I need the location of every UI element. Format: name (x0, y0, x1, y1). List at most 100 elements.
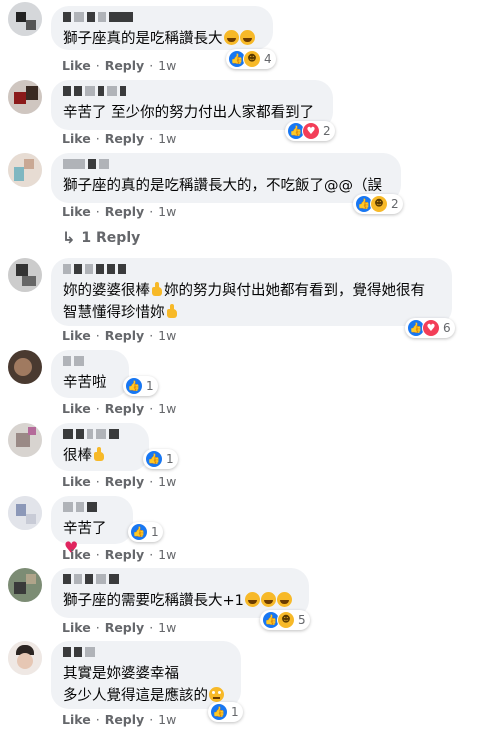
timestamp[interactable]: 1w (158, 547, 176, 562)
like-button[interactable]: Like (62, 58, 91, 73)
reaction-summary[interactable]: 👍 ☻ 5 (260, 610, 310, 630)
avatar[interactable] (8, 80, 42, 114)
reply-button[interactable]: Reply (105, 131, 144, 146)
thumbs-up-emoji-icon (166, 304, 179, 319)
comment-bubble: 辛苦啦 (51, 350, 129, 398)
reaction-summary[interactable]: 👍 ♥ 2 (285, 121, 335, 141)
eye-roll-emoji-icon (209, 687, 224, 702)
separator: · (149, 58, 154, 73)
avatar[interactable] (8, 423, 42, 457)
reply-button[interactable]: Reply (105, 474, 144, 489)
love-icon: ♥ (422, 319, 440, 337)
timestamp[interactable]: 1w (158, 131, 176, 146)
reply-button[interactable]: Reply (105, 547, 144, 562)
like-button[interactable]: Like (62, 547, 91, 562)
commenter-name[interactable] (63, 263, 440, 275)
comment-text: 很棒 (63, 445, 137, 467)
avatar[interactable] (8, 641, 42, 675)
comment-bubble: 其實是妳婆婆幸福 多少人覺得這是應該的 (51, 641, 241, 709)
reaction-summary[interactable]: 👍 1 (143, 449, 178, 469)
reply-button[interactable]: Reply (105, 401, 144, 416)
timestamp[interactable]: 1w (158, 474, 176, 489)
like-icon: 👍 (210, 703, 228, 721)
laughing-emoji-icon (244, 592, 260, 607)
avatar[interactable] (8, 2, 42, 36)
comment-bubble: 辛苦了 (51, 496, 133, 557)
timestamp[interactable]: 1w (158, 328, 176, 343)
commenter-name[interactable] (63, 11, 261, 23)
timestamp[interactable]: 1w (158, 401, 176, 416)
separator: · (149, 712, 154, 727)
reply-button[interactable]: Reply (105, 204, 144, 219)
avatar[interactable] (8, 568, 42, 602)
avatar[interactable] (8, 153, 42, 187)
like-icon: 👍 (130, 523, 148, 541)
reaction-count: 6 (443, 321, 451, 335)
comment-text: 妳的婆婆很棒 妳的努力與付出她都有看到，覺得她很有 智慧懂得珍惜妳 (63, 282, 425, 321)
like-button[interactable]: Like (62, 204, 91, 219)
timestamp[interactable]: 1w (158, 58, 176, 73)
thumbs-up-emoji-icon (151, 282, 164, 297)
reply-button[interactable]: Reply (105, 712, 144, 727)
comment-actions: Like · Reply · 1w (62, 474, 176, 489)
comment-actions: Like · Reply · 1w (62, 620, 176, 635)
separator: · (149, 547, 154, 562)
avatar[interactable] (8, 258, 42, 292)
commenter-name[interactable] (63, 355, 117, 367)
reaction-count: 2 (323, 124, 331, 138)
commenter-name[interactable] (63, 158, 389, 170)
reaction-summary[interactable]: 👍 ☻ 2 (353, 194, 403, 214)
separator: · (95, 474, 100, 489)
separator: · (95, 58, 100, 73)
thumbs-up-emoji-icon (93, 447, 106, 462)
comment-text: 辛苦啦 (63, 375, 107, 391)
reaction-summary[interactable]: 👍 ♥ 6 (405, 318, 455, 338)
like-button[interactable]: Like (62, 474, 91, 489)
comment-actions: Like · Reply · 1w (62, 131, 176, 146)
separator: · (149, 474, 154, 489)
reaction-count: 5 (298, 613, 306, 627)
separator: · (95, 131, 100, 146)
comment-bubble: 獅子座真的是吃稱讚長大 (51, 6, 273, 50)
haha-icon: ☻ (370, 195, 388, 213)
like-button[interactable]: Like (62, 620, 91, 635)
commenter-name[interactable] (63, 501, 121, 513)
timestamp[interactable]: 1w (158, 204, 176, 219)
reply-button[interactable]: Reply (105, 58, 144, 73)
reaction-summary[interactable]: 👍 1 (208, 702, 243, 722)
like-button[interactable]: Like (62, 328, 91, 343)
view-replies-link[interactable]: ↳ 1 Reply (62, 228, 140, 247)
commenter-name[interactable] (63, 573, 297, 585)
comment-bubble: 獅子座的真的是吃稱讚長大的，不吃飯了@@（誤 (51, 153, 401, 203)
like-button[interactable]: Like (62, 401, 91, 416)
comment-text: 獅子座真的是吃稱讚長大 (63, 28, 261, 50)
like-button[interactable]: Like (62, 712, 91, 727)
separator: · (95, 620, 100, 635)
reaction-summary[interactable]: 👍 1 (123, 376, 158, 396)
separator: · (95, 204, 100, 219)
timestamp[interactable]: 1w (158, 620, 176, 635)
comment-actions: Like · Reply · 1w (62, 328, 176, 343)
commenter-name[interactable] (63, 646, 229, 658)
commenter-name[interactable] (63, 428, 137, 440)
comment-bubble: 妳的婆婆很棒 妳的努力與付出她都有看到，覺得她很有 智慧懂得珍惜妳 (51, 258, 452, 326)
commenter-name[interactable] (63, 85, 321, 97)
reply-button[interactable]: Reply (105, 620, 144, 635)
avatar[interactable] (8, 496, 42, 530)
separator: · (149, 131, 154, 146)
like-icon: 👍 (145, 450, 163, 468)
separator: · (149, 401, 154, 416)
separator: · (95, 401, 100, 416)
reaction-count: 1 (151, 525, 159, 539)
like-button[interactable]: Like (62, 131, 91, 146)
reaction-count: 2 (391, 197, 399, 211)
reaction-summary[interactable]: 👍 ☻ 4 (226, 49, 276, 69)
reaction-summary[interactable]: 👍 1 (128, 522, 163, 542)
avatar[interactable] (8, 350, 42, 384)
reply-button[interactable]: Reply (105, 328, 144, 343)
comment-text: 獅子座的需要吃稱讚長大+1 (63, 590, 297, 612)
separator: · (149, 328, 154, 343)
comment-text: 辛苦了 至少你的努力付出人家都看到了 (63, 105, 315, 121)
comment-actions: Like · Reply · 1w (62, 58, 176, 73)
timestamp[interactable]: 1w (158, 712, 176, 727)
